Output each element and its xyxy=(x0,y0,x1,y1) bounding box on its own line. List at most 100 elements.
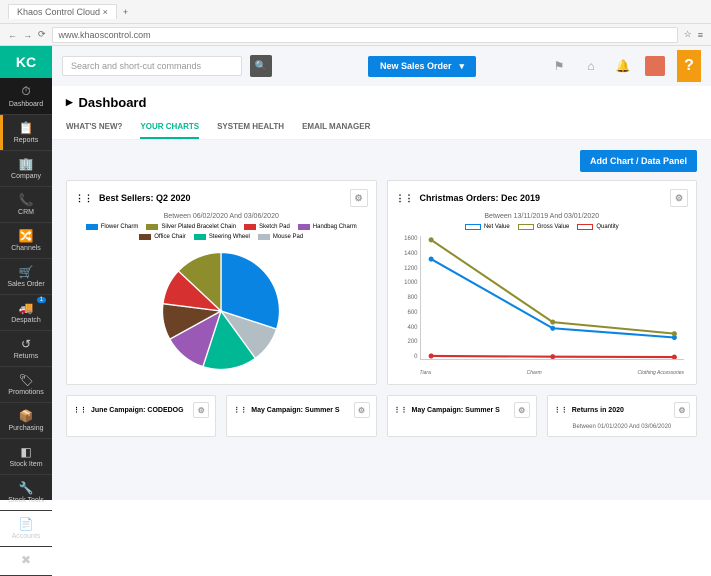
line-legend: Net Value Gross Value Quantity xyxy=(396,224,689,230)
page-title: Dashboard xyxy=(79,95,147,110)
nav-label: Despatch xyxy=(11,317,41,324)
flag-icon[interactable]: ⚑ xyxy=(549,56,569,76)
nav-label: CRM xyxy=(18,209,34,216)
chevron-down-icon: ▾ xyxy=(460,61,465,72)
nav-label: Channels xyxy=(11,245,41,252)
sidebar-item-sales-order[interactable]: 🛒 Sales Order xyxy=(0,259,52,295)
nav-label: Purchasing xyxy=(8,425,43,432)
tab-title: Khaos Control Cloud xyxy=(17,7,100,17)
nav-icon: ◧ xyxy=(2,445,50,459)
drag-icon[interactable]: ⋮⋮ xyxy=(554,406,568,414)
sidebar-item-company[interactable]: 🏢Company xyxy=(0,151,52,187)
nav-icon: 📄 xyxy=(2,517,50,531)
back-icon[interactable]: ← xyxy=(8,30,17,40)
search-button[interactable]: 🔍 xyxy=(250,55,272,77)
drag-icon[interactable]: ⋮⋮ xyxy=(394,406,408,414)
browser-tab[interactable]: Khaos Control Cloud × xyxy=(8,4,117,19)
nav-label: Company xyxy=(11,173,41,180)
close-icon[interactable]: × xyxy=(103,7,108,17)
legend-item: Net Value xyxy=(465,224,510,230)
legend-item: Silver Plated Bracelet Chain xyxy=(146,224,236,230)
sidebar-item-accounts[interactable]: 📄Accounts xyxy=(0,511,52,547)
panel-best-sellers: ⋮⋮ Best Sellers: Q2 2020 ⚙ Between 06/02… xyxy=(66,180,377,385)
small-panel-title: Returns in 2020 xyxy=(572,407,624,414)
logo[interactable]: KC xyxy=(0,46,52,78)
search-icon: 🔍 xyxy=(255,61,267,72)
drag-icon[interactable]: ⋮⋮ xyxy=(73,406,87,414)
drag-icon[interactable]: ⋮⋮ xyxy=(75,193,93,204)
drag-icon[interactable]: ⋮⋮ xyxy=(233,406,247,414)
panel-title: Best Sellers: Q2 2020 xyxy=(99,193,191,203)
small-panel-title: May Campaign: Summer S xyxy=(251,407,339,414)
small-panel-header: ⋮⋮ May Campaign: Summer S ⚙ xyxy=(233,402,369,418)
nav-icon: 🛒 xyxy=(2,265,50,279)
bell-icon[interactable]: 🔔 xyxy=(613,56,633,76)
new-tab-button[interactable]: + xyxy=(123,7,128,17)
small-panel: ⋮⋮May Campaign: Summer S⚙ xyxy=(387,395,537,437)
sidebar-item-reports[interactable]: 📋Reports xyxy=(0,115,52,151)
chart-panels: ⋮⋮ Best Sellers: Q2 2020 ⚙ Between 06/02… xyxy=(66,180,697,385)
home-icon[interactable]: ⌂ xyxy=(581,56,601,76)
legend-item: Flower Charm xyxy=(86,224,139,230)
gear-icon[interactable]: ⚙ xyxy=(354,402,370,418)
nav-icon: ✖ xyxy=(2,553,50,567)
sidebar-item-tool[interactable]: ✖ xyxy=(0,547,52,576)
sidebar-item-crm[interactable]: 📞CRM xyxy=(0,187,52,223)
sidebar-item-channels[interactable]: 🔀 Channels xyxy=(0,223,52,259)
search-input[interactable]: Search and short-cut commands xyxy=(62,56,242,76)
sidebar-item-promotions[interactable]: 🏷Promotions xyxy=(0,367,52,403)
small-panel-header: ⋮⋮ Returns in 2020 ⚙ xyxy=(554,402,690,418)
sidebar-item-returns[interactable]: ↺ Returns xyxy=(0,331,52,367)
small-panel: ⋮⋮ June Campaign: CODEDOG ⚙ xyxy=(66,395,216,437)
new-order-label: New Sales Order xyxy=(380,61,452,71)
gear-icon[interactable]: ⚙ xyxy=(514,402,530,418)
sidebar-item-dashboard[interactable]: ⏱Dashboard xyxy=(0,78,52,115)
panel-title: Christmas Orders: Dec 2019 xyxy=(420,193,541,203)
add-chart-button[interactable]: Add Chart / Data Panel xyxy=(580,150,697,172)
sidebar-item-despatch[interactable]: 🚚Despatch1 xyxy=(0,295,52,331)
tab-email-manager[interactable]: EMAIL MANAGER xyxy=(302,116,370,139)
new-sales-order-button[interactable]: New Sales Order ▾ xyxy=(368,56,476,77)
menu-icon[interactable]: ≡ xyxy=(698,30,703,40)
drag-icon[interactable]: ⋮⋮ xyxy=(396,193,414,204)
sidebar-item-stock-tools[interactable]: 🔧Stock Tools xyxy=(0,475,52,511)
nav-label: Sales Order xyxy=(7,281,44,288)
legend-item: Gross Value xyxy=(518,224,570,230)
x-axis-labels: TiaraCharmClothing Accessories xyxy=(420,370,685,376)
legend-item: Handbag Charm xyxy=(298,224,357,230)
nav-badge: 1 xyxy=(37,297,46,303)
small-panel-subtitle: Between 01/01/2020 And 03/06/2020 xyxy=(554,424,690,430)
help-button[interactable]: ? xyxy=(677,50,701,82)
gear-icon[interactable]: ⚙ xyxy=(670,189,688,207)
gear-icon[interactable]: ⚙ xyxy=(350,189,368,207)
nav-label: Stock Item xyxy=(9,461,42,468)
topbar: Search and short-cut commands 🔍 New Sale… xyxy=(52,46,711,86)
tab-your-charts[interactable]: YOUR CHARTS xyxy=(140,116,199,139)
caret-icon: ▸ xyxy=(66,94,73,110)
app-root: KC ⏱Dashboard📋Reports🏢Company📞CRM 🔀 Channe… xyxy=(0,46,711,500)
panel-christmas-orders: ⋮⋮ Christmas Orders: Dec 2019 ⚙ Between … xyxy=(387,180,698,385)
gear-icon[interactable]: ⚙ xyxy=(674,402,690,418)
sidebar-item-stock-item[interactable]: ◧ Stock Item xyxy=(0,439,52,475)
forward-icon[interactable]: → xyxy=(23,30,32,40)
gear-icon[interactable]: ⚙ xyxy=(193,402,209,418)
legend-item: Sketch Pad xyxy=(244,224,290,230)
small-panel-title: June Campaign: CODEDOG xyxy=(91,407,184,414)
nav-label: Reports xyxy=(14,137,39,144)
tab-system-health[interactable]: SYSTEM HEALTH xyxy=(217,116,284,139)
nav-icon: ↺ xyxy=(2,337,50,351)
panel-subtitle: Between 13/11/2019 And 03/01/2020 xyxy=(396,213,689,220)
reload-icon[interactable]: ⟳ xyxy=(38,29,46,40)
nav-label: Returns xyxy=(14,353,39,360)
panel-header: ⋮⋮ Christmas Orders: Dec 2019 ⚙ xyxy=(396,189,689,207)
url-input[interactable]: www.khaoscontrol.com xyxy=(52,27,678,43)
star-icon[interactable]: ☆ xyxy=(684,29,692,40)
nav-icon: 🔀 xyxy=(2,229,50,243)
tab-what-s-new-[interactable]: WHAT'S NEW? xyxy=(66,116,122,139)
avatar[interactable] xyxy=(645,56,665,76)
legend-item: Quantity xyxy=(577,224,618,230)
page-title-row: ▸ Dashboard xyxy=(52,86,711,116)
content-area: Add Chart / Data Panel ⋮⋮ Best Sellers: … xyxy=(52,140,711,500)
sidebar: KC ⏱Dashboard📋Reports🏢Company📞CRM 🔀 Channe… xyxy=(0,46,52,500)
sidebar-item-purchasing[interactable]: 📦Purchasing xyxy=(0,403,52,439)
